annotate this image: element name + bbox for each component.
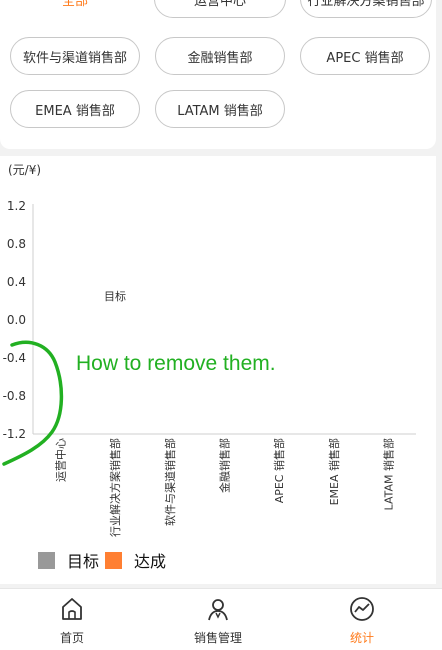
department-filter-panel: 全部 运营中心 行业解决方案销售部 软件与渠道销售部 金融销售部 APEC 销售… [0,0,436,149]
filter-chip-apec[interactable]: APEC 销售部 [300,37,430,75]
x-category-label: 运营中心 [53,438,67,482]
nav-label-home: 首页 [59,631,84,645]
nav-item-sales-management[interactable]: 销售管理 [158,589,278,650]
y-tick-label: -0.8 [3,389,26,403]
x-category-label: 软件与渠道销售部 [163,438,177,526]
legend-swatch [38,552,55,569]
x-category-label: LATAM 销售部 [382,438,396,510]
x-category-label: 金融销售部 [218,438,232,493]
filter-chip-emea[interactable]: EMEA 销售部 [10,90,140,128]
nav-item-home[interactable]: 首页 [12,589,132,650]
nav-label-statistics: 统计 [349,631,374,645]
filter-chip-finance[interactable]: 金融销售部 [155,37,285,75]
bottom-nav: 首页 销售管理 统计 [0,588,442,650]
y-unit-label: (元/¥) [8,163,41,177]
filter-chip-software-channel[interactable]: 软件与渠道销售部 [10,37,140,75]
filter-chip-industry-solutions[interactable]: 行业解决方案销售部 [300,0,432,18]
filter-chip-all[interactable]: 全部 [26,0,124,18]
x-category-label: APEC 销售部 [272,438,286,503]
x-category-label: EMEA 销售部 [327,438,341,505]
nav-label-sales-management: 销售管理 [193,631,242,645]
filter-chip-operations-center[interactable]: 运营中心 [154,0,286,18]
annotation-text: How to remove them. [76,352,276,375]
y-tick-label: 0.0 [7,313,26,327]
user-icon [208,599,228,621]
x-category-label: 行业解决方案销售部 [108,438,122,537]
y-tick-label: -1.2 [3,427,26,441]
legend-label[interactable]: 目标 [67,552,99,571]
chart-floating-label: 目标 [104,289,126,303]
y-tick-label: -0.4 [3,351,26,365]
home-icon [62,598,82,620]
legend-label[interactable]: 达成 [134,552,166,571]
y-tick-label: 0.8 [7,237,26,251]
nav-item-statistics[interactable]: 统计 [302,589,422,650]
y-tick-label: 1.2 [7,199,26,213]
stats-icon [350,597,374,621]
legend-swatch [105,552,122,569]
filter-chip-latam[interactable]: LATAM 销售部 [155,90,285,128]
y-tick-label: 0.4 [7,275,26,289]
